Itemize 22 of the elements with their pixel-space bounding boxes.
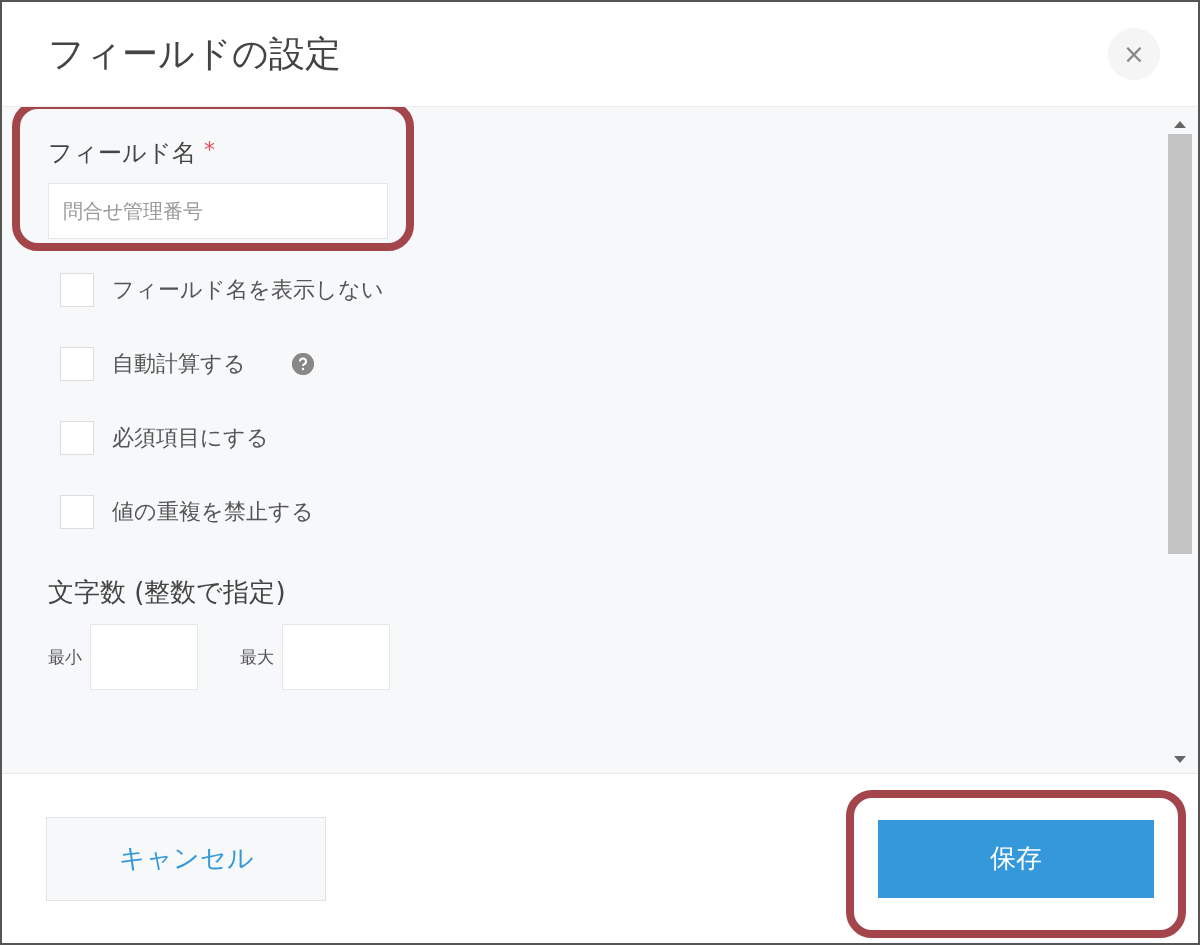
option-label: 自動計算する [112, 350, 246, 378]
min-input[interactable] [90, 624, 198, 690]
checkbox[interactable] [60, 273, 94, 307]
close-button[interactable]: × [1108, 28, 1160, 80]
dialog-title: フィールドの設定 [48, 31, 341, 76]
scrollbar[interactable] [1168, 121, 1192, 763]
cancel-button[interactable]: キャンセル [46, 816, 326, 901]
checkbox[interactable] [60, 421, 94, 455]
option-label: 必須項目にする [112, 424, 269, 452]
required-mark: * [204, 137, 215, 162]
checkbox[interactable] [60, 495, 94, 529]
option-label: フィールド名を表示しない [112, 276, 384, 304]
max-label: 最大 [240, 645, 274, 669]
min-label: 最小 [48, 645, 82, 669]
max-input[interactable] [282, 624, 390, 690]
checkbox[interactable] [60, 347, 94, 381]
save-button[interactable]: 保存 [878, 819, 1154, 898]
option-label: 値の重複を禁止する [112, 498, 314, 526]
section-label: 文字数 (整数で指定) [48, 576, 287, 609]
field-label: フィールド名 [48, 138, 196, 169]
field-name-input[interactable]: 問合せ管理番号 [48, 183, 388, 239]
help-icon[interactable] [292, 353, 314, 375]
